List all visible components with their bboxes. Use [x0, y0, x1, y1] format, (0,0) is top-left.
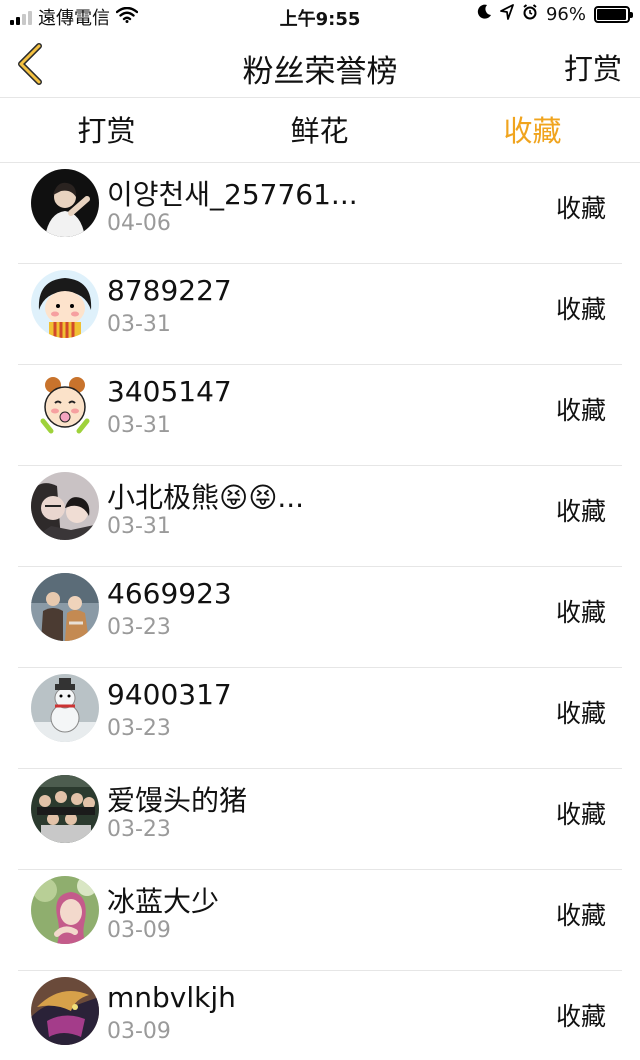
reward-button[interactable]: 打赏: [564, 46, 622, 88]
avatar: [31, 573, 99, 641]
favorite-status: 收藏: [555, 295, 606, 324]
list-item[interactable]: mnbvlkjh 03-09 收藏: [0, 971, 640, 1060]
favorite-status: 收藏: [555, 800, 606, 829]
list-item[interactable]: 9400317 03-23 收藏: [0, 668, 640, 769]
user-date: 03-23: [107, 716, 171, 741]
list-item[interactable]: 8789227 03-31 收藏: [0, 264, 640, 365]
avatar: [31, 876, 99, 944]
favorite-status: 收藏: [555, 598, 606, 627]
list-item[interactable]: 小北极熊😝😝... 03-31 收藏: [0, 466, 640, 567]
favorite-status: 收藏: [555, 396, 606, 425]
battery-percent: 96%: [545, 4, 586, 25]
tab-bar: 打赏 鲜花 收藏: [0, 99, 640, 163]
page-title: 粉丝荣誉榜: [242, 54, 398, 90]
list-item[interactable]: 4669923 03-23 收藏: [0, 567, 640, 668]
battery-level: [597, 9, 626, 20]
user-date: 03-31: [107, 413, 171, 438]
moon-icon: [476, 4, 492, 25]
favorite-status: 收藏: [555, 194, 606, 223]
user-name: 3405147: [107, 375, 232, 408]
user-name: mnbvlkjh: [107, 981, 236, 1014]
favorite-status: 收藏: [555, 901, 606, 930]
user-date: 03-09: [107, 918, 171, 943]
status-bar: 遠傳電信 上午9:55 96%: [0, 0, 640, 34]
user-name: 8789227: [107, 274, 232, 307]
user-name: 爱馒头的猪: [107, 784, 248, 817]
avatar: [31, 371, 99, 439]
favorite-status: 收藏: [555, 497, 606, 526]
tab-favorites[interactable]: 收藏: [426, 99, 639, 162]
avatar: [31, 775, 99, 843]
avatar: [31, 674, 99, 742]
avatar: [31, 169, 99, 237]
list-item[interactable]: 3405147 03-31 收藏: [0, 365, 640, 466]
favorite-status: 收藏: [555, 699, 606, 728]
user-name: 9400317: [107, 678, 232, 711]
navigation-bar: 粉丝荣誉榜 打赏: [0, 34, 640, 98]
user-date: 03-31: [107, 312, 171, 337]
favorite-status: 收藏: [555, 1002, 606, 1031]
fan-list: 이양천새_257761... 04-06 收藏 8789227 03-31 收藏: [0, 163, 640, 1060]
alarm-icon: [522, 4, 538, 25]
avatar: [31, 472, 99, 540]
user-date: 03-23: [107, 817, 171, 842]
tab-reward[interactable]: 打赏: [0, 99, 213, 162]
user-date: 03-09: [107, 1019, 171, 1044]
list-item[interactable]: 冰蓝大少 03-09 收藏: [0, 870, 640, 971]
list-item[interactable]: 이양천새_257761... 04-06 收藏: [0, 163, 640, 264]
user-name: 4669923: [107, 577, 232, 610]
list-item[interactable]: 爱馒头的猪 03-23 收藏: [0, 769, 640, 870]
user-date: 03-23: [107, 615, 171, 640]
avatar: [31, 977, 99, 1045]
user-date: 04-06: [107, 211, 171, 236]
user-name: 이양천새_257761...: [107, 178, 358, 211]
user-name: 小北极熊😝😝...: [107, 481, 305, 514]
location-icon: [500, 4, 514, 25]
battery-icon: [594, 6, 633, 23]
tab-flowers[interactable]: 鲜花: [213, 99, 426, 162]
status-right: 96%: [476, 4, 633, 25]
avatar: [31, 270, 99, 338]
user-name: 冰蓝大少: [107, 885, 220, 918]
user-date: 03-31: [107, 514, 171, 539]
